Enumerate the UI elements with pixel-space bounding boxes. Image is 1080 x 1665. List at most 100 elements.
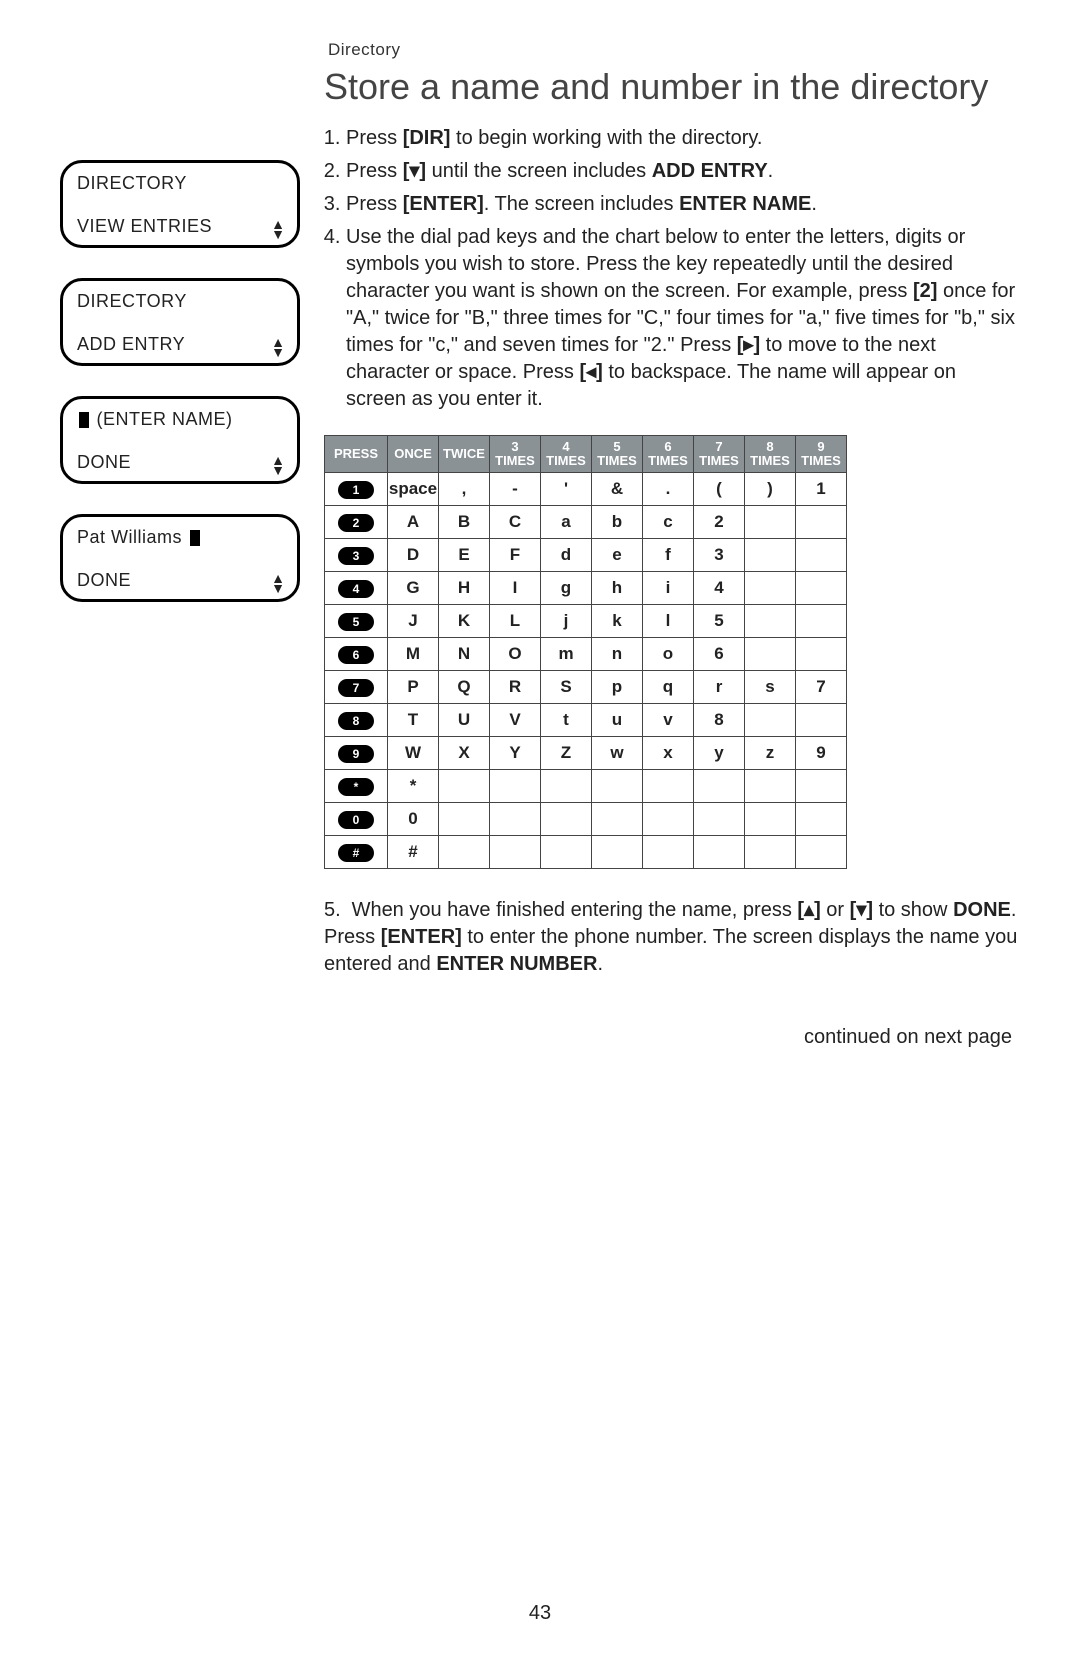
chart-cell xyxy=(745,637,796,670)
chart-cell xyxy=(796,835,847,868)
chart-cell: u xyxy=(592,703,643,736)
chart-cell: D xyxy=(388,538,439,571)
keycap-icon: 7 xyxy=(338,679,374,697)
chart-cell: f xyxy=(643,538,694,571)
chart-row: 2ABCabc2 xyxy=(325,505,847,538)
chart-cell: 2 xyxy=(694,505,745,538)
key-cell: 0 xyxy=(325,802,388,835)
chart-row: 00 xyxy=(325,802,847,835)
chart-header: 7TIMES xyxy=(694,436,745,472)
chart-cell: # xyxy=(388,835,439,868)
chart-cell: X xyxy=(439,736,490,769)
chart-cell xyxy=(490,769,541,802)
chart-header: 4TIMES xyxy=(541,436,592,472)
lcd-line1: (ENTER NAME) xyxy=(77,409,283,430)
chart-cell: g xyxy=(541,571,592,604)
chart-row: 3DEFdef3 xyxy=(325,538,847,571)
chart-row: 1space,-'&.()1 xyxy=(325,472,847,505)
chart-cell xyxy=(490,802,541,835)
page-title: Store a name and number in the directory xyxy=(324,66,1020,107)
chart-cell xyxy=(694,769,745,802)
chart-cell: I xyxy=(490,571,541,604)
chart-cell: 7 xyxy=(796,670,847,703)
lcd-screen-3: (ENTER NAME) DONE ▲▼ xyxy=(60,396,300,484)
chart-cell xyxy=(745,835,796,868)
chart-cell: V xyxy=(490,703,541,736)
chart-cell: j xyxy=(541,604,592,637)
chart-cell xyxy=(592,769,643,802)
chart-cell xyxy=(745,769,796,802)
chart-cell: 8 xyxy=(694,703,745,736)
chart-row: 5JKLjkl5 xyxy=(325,604,847,637)
key-cell: 2 xyxy=(325,505,388,538)
chart-cell: p xyxy=(592,670,643,703)
chart-cell: 5 xyxy=(694,604,745,637)
chart-cell: x xyxy=(643,736,694,769)
chart-cell: F xyxy=(490,538,541,571)
chart-cell: Z xyxy=(541,736,592,769)
key-cell: 1 xyxy=(325,472,388,505)
chart-row: 9WXYZwxyz9 xyxy=(325,736,847,769)
chart-cell: ' xyxy=(541,472,592,505)
chart-cell xyxy=(490,835,541,868)
keycap-icon: 2 xyxy=(338,514,374,532)
scroll-arrows-icon: ▲▼ xyxy=(271,219,285,239)
chart-cell xyxy=(745,703,796,736)
chart-cell: r xyxy=(694,670,745,703)
chart-cell: a xyxy=(541,505,592,538)
chart-cell: Y xyxy=(490,736,541,769)
chart-cell: B xyxy=(439,505,490,538)
chart-cell: t xyxy=(541,703,592,736)
keycap-icon: 1 xyxy=(338,481,374,499)
keycap-icon: 6 xyxy=(338,646,374,664)
chart-cell: 9 xyxy=(796,736,847,769)
chart-cell: 6 xyxy=(694,637,745,670)
lcd-line1: Pat Williams xyxy=(77,527,283,548)
chart-cell: o xyxy=(643,637,694,670)
chart-row: ** xyxy=(325,769,847,802)
chart-cell: 3 xyxy=(694,538,745,571)
chart-cell: k xyxy=(592,604,643,637)
chart-header: 5TIMES xyxy=(592,436,643,472)
chart-cell: w xyxy=(592,736,643,769)
chart-cell: n xyxy=(592,637,643,670)
chart-cell: E xyxy=(439,538,490,571)
chart-row: 7PQRSpqrs7 xyxy=(325,670,847,703)
chart-row: 8TUVtuv8 xyxy=(325,703,847,736)
chart-cell xyxy=(592,802,643,835)
chart-cell: A xyxy=(388,505,439,538)
chart-row: 6MNOmno6 xyxy=(325,637,847,670)
chart-cell: N xyxy=(439,637,490,670)
chart-cell xyxy=(694,802,745,835)
lcd-line1: DIRECTORY xyxy=(77,291,283,312)
lcd-screens-column: DIRECTORY VIEW ENTRIES ▲▼ DIRECTORY ADD … xyxy=(60,40,300,1049)
lcd-line1: DIRECTORY xyxy=(77,173,283,194)
chart-cell xyxy=(643,835,694,868)
page-number: 43 xyxy=(0,1602,1080,1625)
chart-cell xyxy=(745,505,796,538)
key-cell: # xyxy=(325,835,388,868)
chart-cell: i xyxy=(643,571,694,604)
chart-header: 9TIMES xyxy=(796,436,847,472)
chart-header: TWICE xyxy=(439,436,490,472)
key-cell: 9 xyxy=(325,736,388,769)
chart-cell xyxy=(796,703,847,736)
chart-cell xyxy=(796,802,847,835)
lcd-line2: DONE xyxy=(77,570,131,591)
keycap-icon: 3 xyxy=(338,547,374,565)
chart-cell: W xyxy=(388,736,439,769)
key-cell: 3 xyxy=(325,538,388,571)
chart-cell xyxy=(796,637,847,670)
chart-cell: , xyxy=(439,472,490,505)
step-2: Press [▾] until the screen includes ADD … xyxy=(346,158,1020,185)
chart-cell: 4 xyxy=(694,571,745,604)
chart-cell: C xyxy=(490,505,541,538)
lcd-line2: ADD ENTRY xyxy=(77,334,185,355)
section-label: Directory xyxy=(328,40,1020,60)
keycap-icon: 4 xyxy=(338,580,374,598)
chart-header: 3TIMES xyxy=(490,436,541,472)
continued-note: continued on next page xyxy=(324,1026,1020,1049)
lcd-screen-4: Pat Williams DONE ▲▼ xyxy=(60,514,300,602)
chart-cell: G xyxy=(388,571,439,604)
chart-cell: O xyxy=(490,637,541,670)
